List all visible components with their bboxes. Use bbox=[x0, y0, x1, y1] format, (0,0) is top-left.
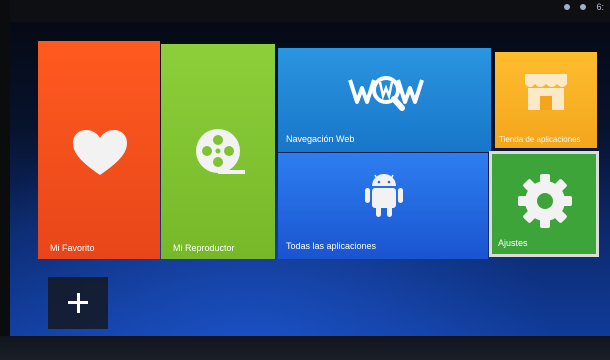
network-icon bbox=[564, 4, 571, 10]
status-bar: 6: bbox=[564, 2, 604, 12]
tile-web-label: Navegación Web bbox=[286, 134, 355, 144]
tile-player[interactable]: Mi Reproductor bbox=[161, 44, 275, 259]
tile-web-browser[interactable]: Navegación Web bbox=[278, 48, 491, 152]
store-icon bbox=[525, 74, 567, 110]
android-icon bbox=[365, 174, 403, 217]
tile-player-label: Mi Reproductor bbox=[173, 243, 235, 253]
www-magnifier-icon bbox=[348, 76, 424, 111]
tv-bezel-left bbox=[0, 0, 10, 360]
tile-favorites[interactable]: Mi Favorito bbox=[38, 41, 160, 259]
tv-launcher-screen: 6: Mi Favorito Mi Reproductor Navegación… bbox=[0, 0, 610, 360]
heart-icon bbox=[73, 130, 127, 175]
film-reel-icon bbox=[196, 129, 245, 174]
tile-favorites-label: Mi Favorito bbox=[50, 243, 95, 253]
tile-app-store[interactable]: Tienda de aplicaciones bbox=[495, 52, 597, 148]
tv-bezel-bottom bbox=[0, 336, 610, 360]
tile-settings[interactable]: Ajustes bbox=[489, 151, 599, 257]
clock-text: 6: bbox=[596, 2, 604, 12]
tile-all-apps-label: Todas las aplicaciones bbox=[286, 241, 377, 251]
tv-bezel-top bbox=[0, 0, 610, 22]
tile-settings-label: Ajustes bbox=[498, 238, 528, 248]
wifi-icon bbox=[580, 4, 587, 10]
tile-all-apps[interactable]: Todas las aplicaciones bbox=[278, 153, 488, 259]
tile-store-label: Tienda de aplicaciones bbox=[499, 135, 581, 144]
add-shortcut-button[interactable] bbox=[48, 277, 108, 329]
gear-icon bbox=[518, 174, 572, 228]
